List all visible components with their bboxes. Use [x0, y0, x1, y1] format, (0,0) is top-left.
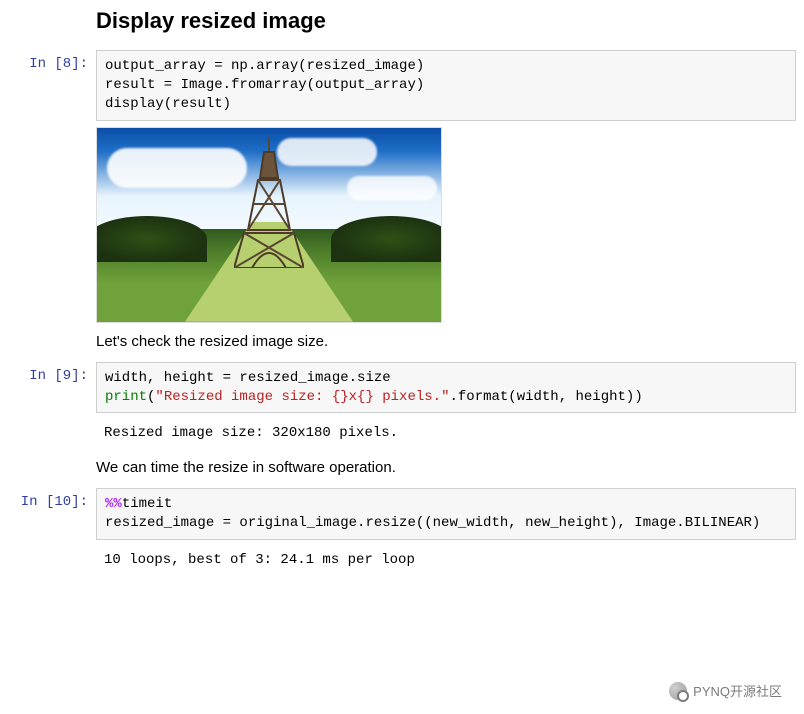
input-prompt: In [10]: [0, 488, 96, 510]
wechat-icon [669, 682, 687, 700]
output-text: Resized image size: 320x180 pixels. [96, 419, 796, 447]
code-content: %%timeit resized_image = original_image.… [105, 495, 787, 533]
output-cell: 10 loops, best of 3: 24.1 ms per loop [0, 546, 804, 574]
output-cell: Resized image size: 320x180 pixels. [0, 419, 804, 447]
output-text: 10 loops, best of 3: 24.1 ms per loop [96, 546, 796, 574]
empty-prompt [0, 546, 96, 552]
code-content: width, height = resized_image.size print… [105, 369, 787, 407]
code-cell: In [9]: width, height = resized_image.si… [0, 362, 804, 414]
watermark-text: PYNQ开源社区 [693, 681, 782, 700]
empty-prompt [0, 419, 96, 425]
empty-prompt [0, 327, 96, 333]
markdown-text: We can time the resize in software opera… [96, 453, 796, 482]
code-input-area[interactable]: %%timeit resized_image = original_image.… [96, 488, 796, 540]
markdown-cell: Let's check the resized image size. [0, 327, 804, 356]
code-input-area[interactable]: output_array = np.array(resized_image) r… [96, 50, 796, 121]
markdown-cell: We can time the resize in software opera… [0, 453, 804, 482]
output-image-wrapper [96, 127, 804, 323]
code-content: output_array = np.array(resized_image) r… [105, 57, 787, 114]
code-cell: In [10]: %%timeit resized_image = origin… [0, 488, 804, 540]
empty-prompt [0, 453, 96, 459]
input-prompt: In [8]: [0, 50, 96, 72]
notebook: Display resized image In [8]: output_arr… [0, 8, 804, 574]
section-heading: Display resized image [96, 8, 804, 34]
code-cell: In [8]: output_array = np.array(resized_… [0, 50, 804, 121]
input-prompt: In [9]: [0, 362, 96, 384]
code-input-area[interactable]: width, height = resized_image.size print… [96, 362, 796, 414]
markdown-text: Let's check the resized image size. [96, 327, 796, 356]
watermark: PYNQ开源社区 [669, 681, 782, 700]
output-image [96, 127, 442, 323]
